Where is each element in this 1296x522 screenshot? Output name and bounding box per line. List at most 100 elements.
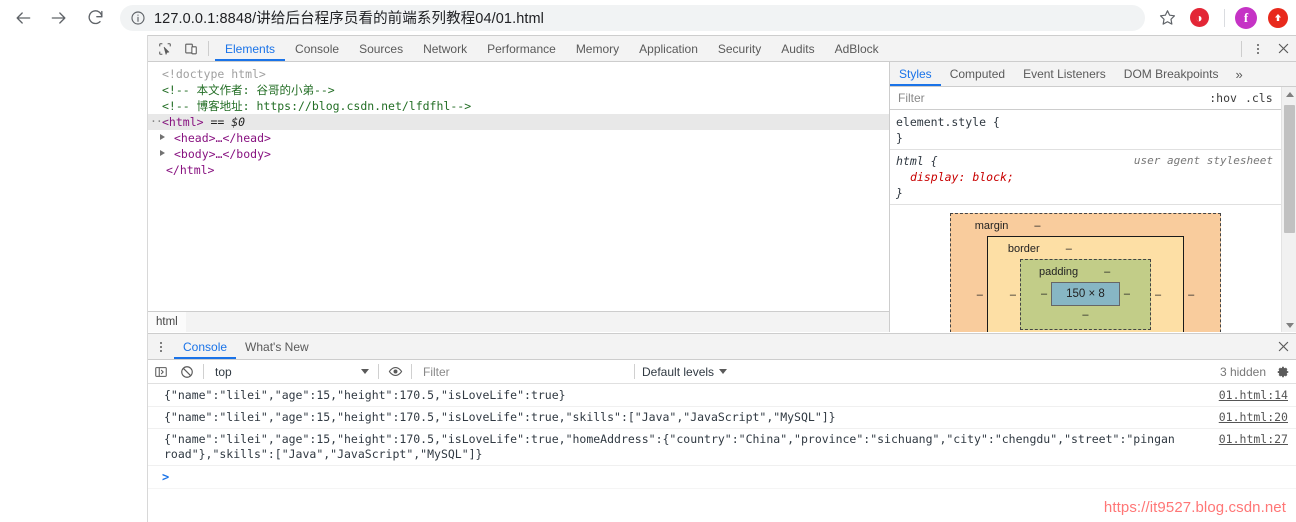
padding-left-value[interactable]: – <box>1037 286 1051 302</box>
tab-memory[interactable]: Memory <box>566 36 629 61</box>
facebook-extension-icon[interactable]: f <box>1232 4 1260 32</box>
drawer-tab-console[interactable]: Console <box>174 334 236 359</box>
tab-computed[interactable]: Computed <box>941 62 1014 86</box>
close-icon[interactable] <box>1270 43 1296 54</box>
tab-console[interactable]: Console <box>285 36 349 61</box>
dom-line-html-close[interactable]: </html> <box>148 162 889 178</box>
dom-tree-pane[interactable]: <!doctype html> <!-- 本文作者: 谷哥的小弟--> <!--… <box>148 62 890 332</box>
console-toolbar-divider-4 <box>634 364 635 379</box>
dom-line-doctype[interactable]: <!doctype html> <box>148 66 889 82</box>
log-levels-label: Default levels <box>642 364 715 379</box>
console-log-row[interactable]: {"name":"lilei","age":15,"height":170.5,… <box>148 407 1296 429</box>
css-declaration-display[interactable]: display: block; <box>896 169 1281 185</box>
drawer-tab-whats-new[interactable]: What's New <box>236 334 318 359</box>
comment-blog-prefix: <!-- 博客地址: <box>162 99 257 113</box>
page-viewport <box>0 35 148 522</box>
chevron-down-icon[interactable] <box>361 369 369 374</box>
tab-elements[interactable]: Elements <box>215 36 285 61</box>
css-rules-area: element.style { } user agent stylesheet … <box>890 111 1281 332</box>
console-filter-input[interactable] <box>421 362 625 381</box>
console-log-message: {"name":"lilei","age":15,"height":170.5,… <box>164 388 566 402</box>
html-tag-text: <html> <box>162 115 204 129</box>
console-prompt-arrow: > <box>162 470 170 484</box>
opera-extension-icon[interactable]: ◑ <box>1185 4 1213 32</box>
styles-filter-input[interactable] <box>896 88 1202 108</box>
tab-sources[interactable]: Sources <box>349 36 413 61</box>
hov-button[interactable]: :hov <box>1205 91 1241 105</box>
box-model-padding[interactable]: padding – – 150 × 8 – – <box>1020 259 1151 330</box>
breadcrumb-item-html[interactable]: html <box>148 312 186 332</box>
box-model-content-size[interactable]: 150 × 8 <box>1051 282 1120 306</box>
tab-application[interactable]: Application <box>629 36 708 61</box>
margin-right-value[interactable]: – <box>1184 287 1198 303</box>
comment-blog-url[interactable]: https://blog.csdn.net/lfdfhl <box>256 99 450 113</box>
cls-button[interactable]: .cls <box>1241 91 1277 105</box>
info-circle-icon[interactable] <box>130 10 146 26</box>
live-expression-icon[interactable] <box>382 364 408 379</box>
expand-arrow-head-icon[interactable] <box>160 134 165 140</box>
console-prompt[interactable]: > <box>148 466 1296 489</box>
levels-chevron-down-icon[interactable] <box>719 369 728 374</box>
execution-context-value: top <box>215 364 232 379</box>
tab-event-listeners[interactable]: Event Listeners <box>1014 62 1115 86</box>
dom-line-html-selected[interactable]: ··· <html> == $0 <box>148 114 889 130</box>
console-log-row[interactable]: {"name":"lilei","age":15,"height":170.5,… <box>148 429 1296 466</box>
reload-icon[interactable] <box>80 3 110 33</box>
console-log-row[interactable]: {"name":"lilei","age":15,"height":170.5,… <box>148 385 1296 407</box>
gear-icon[interactable] <box>1270 365 1296 379</box>
kebab-menu-icon[interactable] <box>1246 43 1270 54</box>
padding-bottom-value[interactable]: – <box>1037 307 1134 323</box>
scroll-down-icon[interactable] <box>1282 318 1296 332</box>
console-log-source-link[interactable]: 01.html:14 <box>1219 388 1288 403</box>
star-icon[interactable] <box>1153 4 1181 32</box>
dom-line-head[interactable]: <head>…</head> <box>148 130 889 146</box>
inspect-element-icon[interactable] <box>152 36 178 61</box>
property-name-display: display <box>910 170 959 184</box>
drawer-kebab-menu-icon[interactable] <box>148 334 174 359</box>
tab-security[interactable]: Security <box>708 36 771 61</box>
margin-top-value[interactable]: – <box>1034 218 1040 234</box>
tab-network[interactable]: Network <box>413 36 477 61</box>
border-left-value[interactable]: – <box>1006 287 1020 303</box>
show-console-sidebar-icon[interactable] <box>148 365 174 379</box>
tab-styles[interactable]: Styles <box>890 62 941 86</box>
css-rule-html[interactable]: user agent stylesheet html { display: bl… <box>890 150 1281 205</box>
styles-pane: Styles Computed Event Listeners DOM Brea… <box>890 62 1296 332</box>
dom-line-body[interactable]: <body>…</body> <box>148 146 889 162</box>
html-selector: html { <box>896 154 938 168</box>
clear-console-icon[interactable] <box>174 365 200 379</box>
tab-adblock[interactable]: AdBlock <box>825 36 889 61</box>
box-model-border[interactable]: border – – padding – – 150 × 8 – – – <box>986 236 1185 332</box>
border-top-value[interactable]: – <box>1066 241 1072 257</box>
dom-line-comment-blog[interactable]: <!-- 博客地址: https://blog.csdn.net/lfdfhl-… <box>148 98 889 114</box>
margin-left-value[interactable]: – <box>973 287 987 303</box>
border-right-value[interactable]: – <box>1151 287 1165 303</box>
console-log-source-link[interactable]: 01.html:20 <box>1219 410 1288 425</box>
chevron-double-right-icon[interactable]: » <box>1227 62 1250 86</box>
border-bottom-value[interactable]: – <box>1006 331 1165 332</box>
tab-audits[interactable]: Audits <box>771 36 824 61</box>
styles-scrollbar[interactable] <box>1281 87 1296 332</box>
console-log-source-link[interactable]: 01.html:27 <box>1219 432 1288 447</box>
scrollbar-thumb[interactable] <box>1284 105 1295 233</box>
padding-top-value[interactable]: – <box>1104 264 1110 280</box>
execution-context-select[interactable]: top <box>207 365 375 379</box>
drawer-close-icon[interactable] <box>1270 334 1296 359</box>
log-levels-select[interactable]: Default levels <box>642 364 728 379</box>
expand-arrow-body-icon[interactable] <box>160 150 165 156</box>
dom-line-comment-author[interactable]: <!-- 本文作者: 谷哥的小弟--> <box>148 82 889 98</box>
address-bar[interactable]: 127.0.0.1:8848/讲给后台程序员看的前端系列教程04/01.html <box>120 4 1145 31</box>
user-agent-stylesheet-label: user agent stylesheet <box>1133 154 1273 167</box>
comment-author-text: <!-- 本文作者: 谷哥的小弟--> <box>162 83 335 97</box>
back-icon[interactable] <box>8 3 38 33</box>
drawer-tabbar: Console What's New <box>148 334 1296 360</box>
tab-performance[interactable]: Performance <box>477 36 566 61</box>
css-rule-element-style[interactable]: element.style { } <box>890 111 1281 150</box>
box-model-margin[interactable]: margin – – border – – padding – – 150 × … <box>949 213 1222 332</box>
padding-right-value[interactable]: – <box>1120 286 1134 302</box>
upload-extension-icon[interactable] <box>1264 4 1292 32</box>
forward-icon[interactable] <box>44 3 74 33</box>
tab-dom-breakpoints[interactable]: DOM Breakpoints <box>1115 62 1228 86</box>
scroll-up-icon[interactable] <box>1282 87 1296 101</box>
device-toolbar-icon[interactable] <box>178 36 204 61</box>
